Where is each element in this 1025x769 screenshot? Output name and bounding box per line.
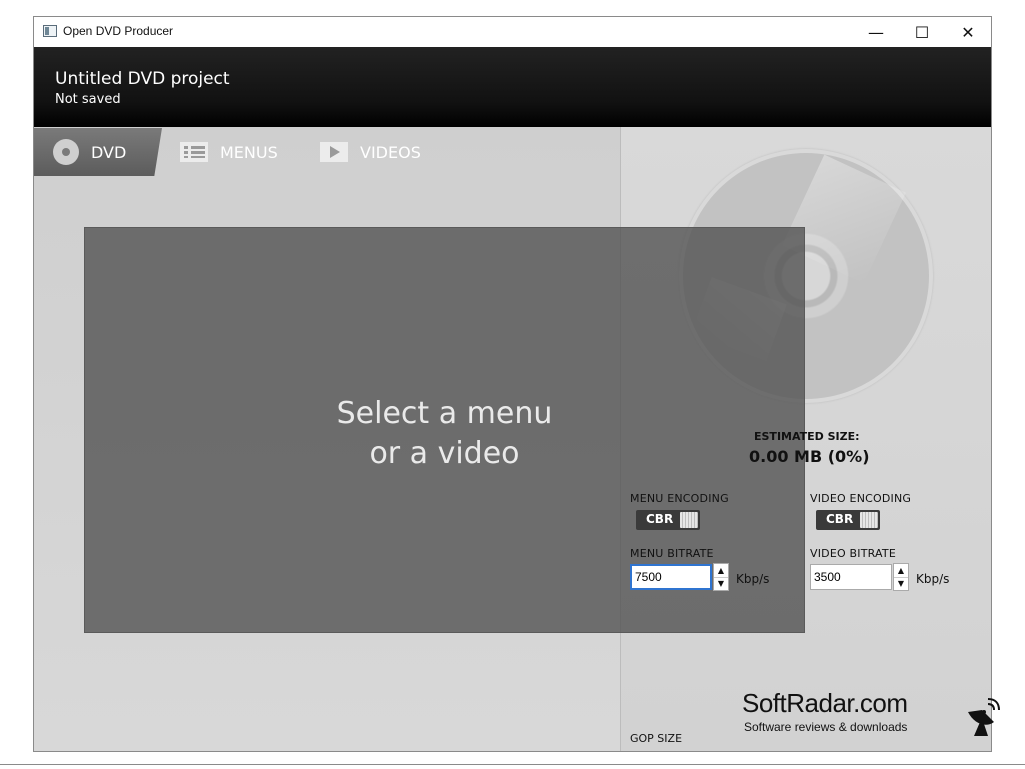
menu-encoding-label: MENU ENCODING (630, 492, 729, 505)
video-encoding-value: CBR (826, 512, 854, 526)
title-bar[interactable]: Open DVD Producer — ☐ ✕ (34, 17, 991, 47)
toggle-knob (680, 512, 698, 528)
tab-dvd-label: DVD (91, 142, 127, 162)
spin-down-icon[interactable]: ▼ (894, 577, 908, 590)
spin-up-icon[interactable]: ▲ (894, 564, 908, 578)
menu-encoding-toggle[interactable]: CBR (636, 510, 700, 530)
preview-placeholder: Select a menu or a video (85, 394, 804, 474)
estimated-size-label: ESTIMATED SIZE: (754, 430, 860, 443)
maximize-button[interactable]: ☐ (899, 17, 945, 47)
video-encoding-toggle[interactable]: CBR (816, 510, 880, 530)
video-bitrate-label: VIDEO BITRATE (810, 547, 896, 560)
bottom-border (0, 764, 1025, 765)
watermark-name: SoftRadar.com (742, 688, 908, 718)
preview-line-2: or a video (369, 436, 520, 471)
menu-bitrate-unit: Kbp/s (736, 572, 770, 586)
watermark-tagline: Software reviews & downloads (744, 720, 908, 734)
video-encoding-label: VIDEO ENCODING (810, 492, 912, 505)
tab-videos-label: VIDEOS (360, 142, 421, 162)
menu-encoding-value: CBR (646, 512, 674, 526)
tab-dvd[interactable]: DVD (34, 128, 162, 176)
project-header: Untitled DVD project Not saved (34, 47, 991, 127)
project-title: Untitled DVD project (55, 69, 230, 89)
window-title: Open DVD Producer (63, 24, 174, 38)
close-button[interactable]: ✕ (945, 17, 991, 47)
tab-videos[interactable]: VIDEOS (320, 128, 421, 176)
disc-icon (53, 139, 79, 165)
menu-list-icon (180, 142, 208, 162)
app-window: Open DVD Producer — ☐ ✕ Untitled DVD pro… (33, 16, 992, 752)
project-status: Not saved (55, 92, 121, 107)
toggle-knob (860, 512, 878, 528)
video-bitrate-input[interactable] (810, 564, 892, 590)
estimated-size-value: 0.00 MB (0%) (749, 447, 870, 466)
tab-menus-label: MENUS (220, 142, 278, 162)
menu-bitrate-label: MENU BITRATE (630, 547, 714, 560)
main-content: DVD MENUS VIDEOS Select a menu or a vide… (34, 127, 991, 751)
spin-up-icon[interactable]: ▲ (714, 564, 728, 578)
video-bitrate-unit: Kbp/s (916, 572, 950, 586)
softradar-watermark: SoftRadar.com Software reviews & downloa… (742, 688, 1002, 748)
spin-down-icon[interactable]: ▼ (714, 577, 728, 590)
gop-size-label: GOP SIZE (630, 732, 683, 745)
video-bitrate-spinner[interactable]: ▲ ▼ (893, 563, 909, 591)
app-icon (43, 25, 57, 37)
menu-bitrate-spinner[interactable]: ▲ ▼ (713, 563, 729, 591)
tab-menus[interactable]: MENUS (180, 128, 278, 176)
minimize-button[interactable]: — (853, 17, 899, 47)
play-icon (320, 142, 348, 162)
menu-bitrate-input[interactable] (630, 564, 712, 590)
preview-line-1: Select a menu (336, 396, 553, 431)
satellite-dish-icon (968, 698, 1000, 736)
